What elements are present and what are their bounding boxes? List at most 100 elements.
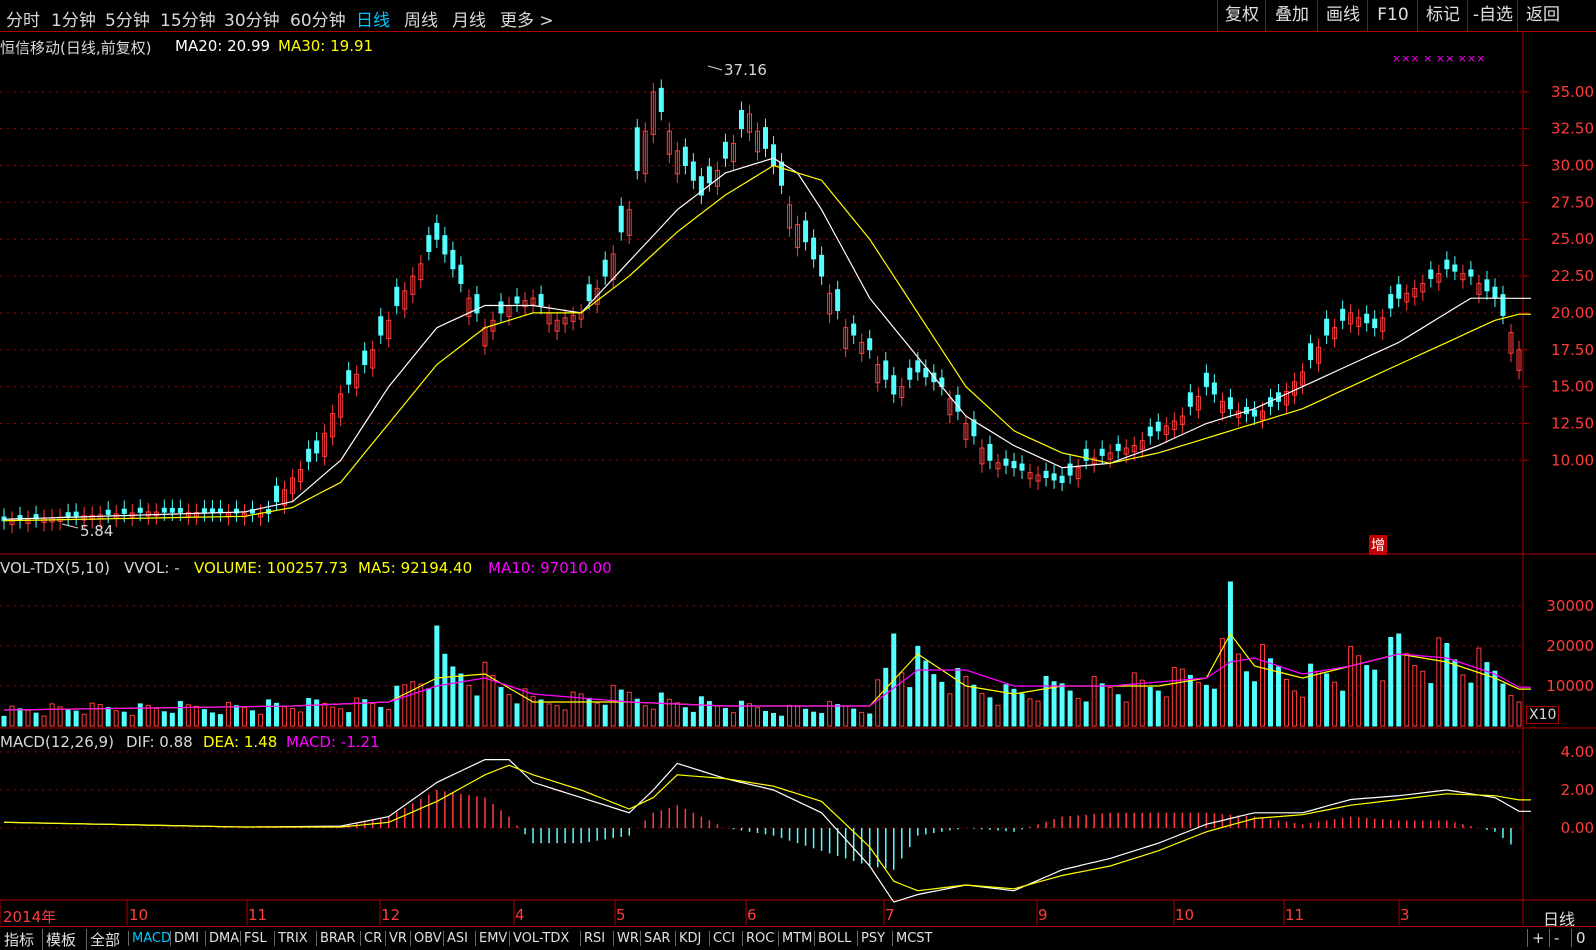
tab-obv[interactable]: OBV	[410, 931, 442, 946]
vol-bar-21-0	[506, 694, 512, 727]
candle-body-29-1	[706, 166, 712, 184]
overlay-button[interactable]: 叠加	[1265, 0, 1318, 31]
tab-boll[interactable]: BOLL	[814, 931, 851, 946]
stock-chart[interactable]: 35.0032.5030.0027.5025.0022.5020.0017.50…	[0, 0, 1596, 950]
mark-button[interactable]: 标记	[1417, 0, 1468, 31]
tab-trix[interactable]: TRIX	[274, 931, 308, 946]
draw-line-button[interactable]: 画线	[1317, 0, 1368, 31]
tab-brar[interactable]: BRAR	[316, 931, 355, 946]
period-day[interactable]: 日线	[356, 6, 390, 31]
tab-mcst[interactable]: MCST	[892, 931, 933, 946]
vol-bar-16-1	[394, 685, 400, 727]
vvol-label: VVOL: -	[124, 559, 180, 577]
vol-bar-60-0	[1444, 643, 1450, 727]
candle-body-25-0	[602, 259, 608, 277]
candle-body-32-0	[771, 144, 777, 167]
vol-bar-0-0	[1, 715, 7, 727]
tab-vr[interactable]: VR	[385, 931, 407, 946]
tab-roc[interactable]: ROC	[742, 931, 774, 946]
candle-body-41-0	[987, 443, 993, 461]
vol-ma10-line	[3, 653, 1531, 711]
vol-bar-15-2	[378, 706, 384, 727]
candle-body-52-0	[1251, 409, 1257, 417]
vol-bar-26-1	[634, 698, 640, 727]
period-more[interactable]: 更多 >	[500, 6, 554, 31]
vol-bar-18-2	[450, 666, 456, 727]
candle-body-25-2	[618, 205, 624, 233]
tab-macd[interactable]: MACD	[128, 931, 171, 946]
period-1min[interactable]: 1分钟	[51, 6, 96, 31]
price-tick-label-8: 15.00	[1551, 378, 1594, 396]
tab-wr[interactable]: WR	[613, 931, 639, 946]
ma30-label: MA30: 19.91	[278, 37, 374, 55]
vol-bar-19-2	[474, 695, 480, 727]
tab-fsl[interactable]: FSL	[240, 931, 267, 946]
candle-body-30-2	[738, 109, 744, 130]
vol-bar-49-1	[1187, 674, 1193, 727]
candle-body-22-1	[538, 294, 544, 307]
vol-bar-1-2	[41, 715, 47, 727]
remove-watchlist-button[interactable]: -自选	[1467, 0, 1518, 31]
candle-body-44-0	[1059, 475, 1065, 483]
price-panel-title: 恒信移动(日线,前复权)	[0, 39, 152, 57]
period-5min[interactable]: 5分钟	[105, 6, 150, 31]
x-label-6: 6	[747, 906, 757, 924]
tab-dmi[interactable]: DMI	[170, 931, 199, 946]
vol-bar-20-1	[490, 675, 496, 727]
restore-rights-button[interactable]: 复权	[1217, 0, 1266, 31]
vol-bar-18-0	[434, 625, 440, 727]
candle-body-5-0	[121, 508, 127, 514]
candle-body-18-2	[450, 249, 456, 270]
tab-all[interactable]: 全部	[86, 929, 120, 950]
vol-bar-20-0	[482, 661, 488, 727]
candle-body-36-0	[867, 338, 873, 351]
zoom-reset-button[interactable]: 0	[1571, 929, 1586, 947]
candle-body-41-2	[1003, 458, 1009, 466]
tab-dma[interactable]: DMA	[205, 931, 239, 946]
tab-psy[interactable]: PSY	[857, 931, 885, 946]
tab-asi[interactable]: ASI	[443, 931, 468, 946]
period-minute-time[interactable]: 分时	[6, 6, 40, 31]
f10-button[interactable]: F10	[1367, 0, 1418, 31]
period-30min[interactable]: 30分钟	[224, 6, 280, 31]
vol-bar-13-0	[314, 699, 320, 727]
tab-vol-tdx[interactable]: VOL-TDX	[509, 931, 569, 946]
candle-body-37-0	[891, 375, 897, 395]
vol-bar-32-0	[771, 712, 777, 727]
tab-sar[interactable]: SAR	[640, 931, 670, 946]
vol-bar-46-1	[1115, 694, 1121, 727]
back-button[interactable]: 返回	[1517, 0, 1568, 31]
price-tick-label-3: 27.50	[1551, 193, 1594, 211]
vol-bar-35-2	[859, 711, 865, 727]
macd-dif-label: DIF: 0.88	[126, 733, 193, 751]
vol-bar-31-0	[746, 703, 752, 727]
tab-emv[interactable]: EMV	[475, 931, 507, 946]
vol-bar-22-2	[546, 703, 552, 727]
vol-bar-40-1	[971, 684, 977, 727]
period-week[interactable]: 周线	[404, 6, 438, 31]
zoom-in-button[interactable]: +	[1527, 929, 1545, 947]
vol-bar-59-2	[1436, 637, 1442, 727]
vol-bar-19-1	[466, 684, 472, 727]
vol-bar-44-1	[1067, 690, 1073, 727]
period-15min[interactable]: 15分钟	[160, 6, 216, 31]
zoom-out-button[interactable]: -	[1549, 929, 1559, 947]
high-arrow	[707, 65, 723, 71]
tab-rsi[interactable]: RSI	[580, 931, 605, 946]
vol-bar-34-1	[827, 701, 833, 727]
candle-body-33-2	[811, 237, 817, 260]
x-label-9: 9	[1038, 906, 1048, 924]
tab-kdj[interactable]: KDJ	[675, 931, 701, 946]
tab-cr[interactable]: CR	[360, 931, 382, 946]
tab-mtm[interactable]: MTM	[778, 931, 812, 946]
tab-template[interactable]: 模板	[42, 929, 76, 950]
period-month[interactable]: 月线	[452, 6, 486, 31]
vol-bar-41-2	[1003, 684, 1009, 727]
period-60min[interactable]: 60分钟	[290, 6, 346, 31]
vol-bar-18-1	[442, 653, 448, 727]
tab-cci[interactable]: CCI	[709, 931, 735, 946]
candle-body-59-1	[1428, 269, 1434, 280]
volume-label: VOLUME: 100257.73	[194, 559, 348, 577]
vol-bar-12-1	[298, 711, 304, 727]
tab-indicator[interactable]: 指标	[4, 929, 34, 950]
